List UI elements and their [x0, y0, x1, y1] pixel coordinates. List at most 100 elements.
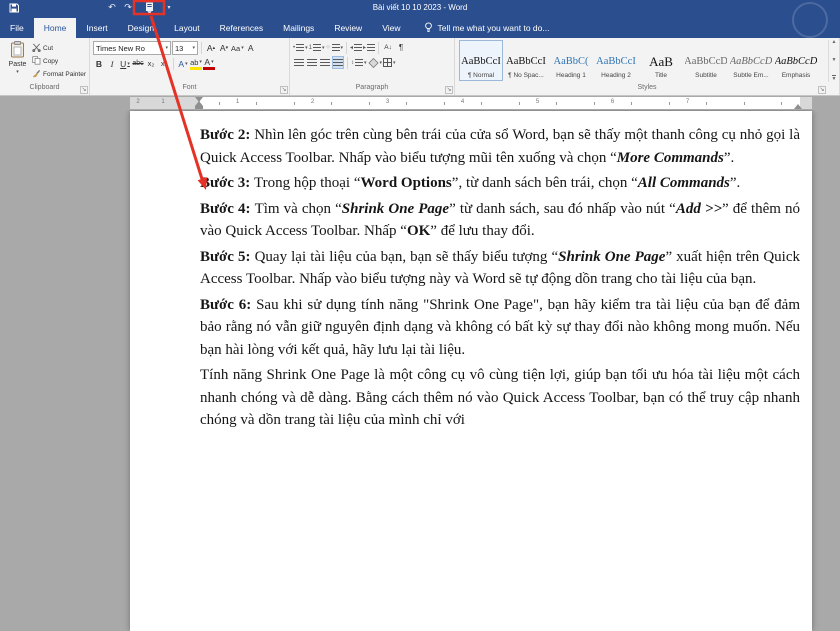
copy-button[interactable]: Copy	[32, 55, 86, 67]
ribbon-tab-design[interactable]: Design	[118, 18, 164, 38]
undo-icon[interactable]: ↶	[104, 0, 120, 15]
ribbon-tab-insert[interactable]: Insert	[76, 18, 117, 38]
shrink-one-page-icon[interactable]	[136, 0, 162, 15]
paste-dropdown-icon[interactable]: ▾	[16, 69, 19, 75]
shrink-font-button[interactable]: A ▾	[218, 42, 230, 55]
style-preview: AaBbCcI	[596, 56, 636, 67]
style-card--normal[interactable]: AaBbCcI ¶ Normal	[459, 40, 503, 81]
ribbon-tab-references[interactable]: References	[210, 18, 273, 38]
style-preview: AaB	[649, 54, 673, 69]
style-preview: AaBbCcD	[684, 56, 728, 67]
text-run: ” để lưu thay đổi.	[430, 223, 535, 239]
horizontal-ruler[interactable]: 2 1 1 2 3 4 5 6 7	[0, 96, 840, 110]
show-hide-pilcrow-button[interactable]: ¶	[395, 41, 407, 54]
align-right-button[interactable]	[319, 56, 331, 69]
style-card-heading-2[interactable]: AaBbCcI Heading 2	[594, 40, 638, 81]
style-card-subtitle[interactable]: AaBbCcD Subtitle	[684, 40, 728, 81]
numbering-button[interactable]: 1 ▾	[309, 41, 324, 54]
text-run: ”.	[723, 149, 735, 166]
document-content: Bước 2: Nhìn lên góc trên cùng bên trái …	[130, 111, 812, 432]
gallery-more-icon[interactable]: ▼	[831, 75, 837, 82]
ruler-number: 5	[535, 99, 540, 105]
right-indent-marker[interactable]	[794, 104, 802, 109]
shading-button[interactable]: ▾	[367, 56, 382, 69]
underline-button[interactable]: U ▾	[119, 57, 131, 70]
font-color-button[interactable]: A ▾	[203, 57, 215, 70]
style-card-title[interactable]: AaB Title	[639, 40, 683, 81]
change-case-button[interactable]: Aa ▾	[231, 42, 244, 55]
font-group: Times New Ro ▾ 13 ▾ A ▴ A ▾ Aa ▾ A B I U…	[90, 38, 290, 95]
ribbon-tab-home[interactable]: Home	[33, 18, 77, 38]
paragraph-dialog-launcher[interactable]: ↘	[445, 86, 453, 94]
scissors-icon	[32, 43, 41, 54]
clipboard-dialog-launcher[interactable]: ↘	[80, 86, 88, 94]
justify-button[interactable]	[332, 56, 344, 69]
chevron-down-icon: ▾	[165, 45, 168, 51]
styles-dialog-launcher[interactable]: ↘	[818, 86, 826, 94]
grow-font-button[interactable]: A ▴	[205, 42, 217, 55]
style-card-subtle-em-[interactable]: AaBbCcD Subtle Em...	[729, 40, 773, 81]
increase-indent-button[interactable]: ▸	[363, 41, 376, 54]
save-icon[interactable]	[6, 0, 22, 15]
ruler-tick	[293, 102, 295, 105]
paste-clipboard-icon	[10, 41, 25, 60]
styles-group-label: Styles	[637, 84, 657, 91]
ribbon-tab-mailings[interactable]: Mailings	[273, 18, 324, 38]
left-indent-marker[interactable]	[195, 106, 203, 109]
styles-group: AaBbCcI ¶ Normal AaBbCcI ¶ No Spac... AaBbC(…	[455, 38, 840, 95]
ruler-strip: 2 1 1 2 3 4 5 6 7	[130, 97, 812, 109]
borders-button[interactable]: ▾	[383, 56, 396, 69]
align-center-button[interactable]	[306, 56, 318, 69]
clear-formatting-button[interactable]: A	[245, 42, 257, 55]
font-dialog-launcher[interactable]: ↘	[280, 86, 288, 94]
document-page[interactable]: Bước 2: Nhìn lên góc trên cùng bên trái …	[130, 111, 812, 631]
ribbon-tab-view[interactable]: View	[372, 18, 410, 38]
styles-gallery-scrollbar[interactable]: ▲ ▼ ▼	[828, 40, 839, 82]
paragraph-group: • ▾ 1 ▾ ⁘ ▾ ◂ ▸ A↓ ¶ ↕ ▾ ▾ ▾ Paragraph ↘	[290, 38, 455, 95]
italic-button[interactable]: I	[106, 57, 118, 70]
font-family-combo[interactable]: Times New Ro ▾	[93, 41, 171, 55]
superscript-button[interactable]: x²	[158, 57, 170, 70]
ribbon-tab-review[interactable]: Review	[324, 18, 372, 38]
redo-icon[interactable]: ↷	[120, 0, 136, 15]
text-run: Bước 6:	[200, 296, 257, 313]
text-run: OK	[406, 223, 431, 239]
cut-button[interactable]: Cut	[32, 42, 86, 54]
ruler-text-area	[200, 97, 800, 109]
style-name: Subtle Em...	[733, 72, 769, 79]
sort-button[interactable]: A↓	[382, 41, 394, 54]
highlight-color-button[interactable]: ab ▾	[190, 57, 202, 70]
ribbon-tab-layout[interactable]: Layout	[164, 18, 210, 38]
format-painter-button[interactable]: Format Painter	[32, 68, 86, 80]
bold-button[interactable]: B	[93, 57, 105, 70]
cut-label: Cut	[43, 44, 54, 52]
customize-qat-chevron-icon[interactable]: ▾	[162, 4, 176, 11]
strikethrough-button[interactable]: abc	[132, 57, 144, 70]
tell-me-box[interactable]: Tell me what you want to do...	[424, 18, 549, 38]
ruler-number: 6	[610, 99, 615, 105]
ribbon-tab-file[interactable]: File	[0, 18, 34, 38]
subscript-button[interactable]: x₂	[145, 57, 157, 70]
ruler-tick	[331, 102, 333, 105]
gallery-scroll-down-icon[interactable]: ▼	[832, 57, 837, 63]
ruler-tick	[218, 102, 220, 105]
font-size-combo[interactable]: 13 ▾	[172, 41, 198, 55]
style-card--no-spac-[interactable]: AaBbCcI ¶ No Spac...	[504, 40, 548, 81]
text-run: Trong hộp thoại “	[253, 175, 361, 191]
style-card-emphasis[interactable]: AaBbCcD Emphasis	[774, 40, 818, 81]
ruler-tick	[256, 102, 258, 105]
style-preview: AaBbCcI	[461, 56, 501, 67]
paste-button[interactable]: Paste ▾	[3, 41, 32, 83]
align-left-button[interactable]	[293, 56, 305, 69]
multilevel-list-button[interactable]: ⁘ ▾	[325, 41, 343, 54]
doc-paragraph: Bước 3: Trong hộp thoại “Word Options”, …	[200, 172, 800, 195]
bullets-button[interactable]: • ▾	[293, 41, 308, 54]
style-name: Title	[654, 72, 668, 79]
ruler-number: 1	[161, 99, 165, 105]
line-spacing-button[interactable]: ↕ ▾	[351, 56, 367, 69]
text-effects-button[interactable]: A ▾	[177, 57, 189, 70]
gallery-scroll-up-icon[interactable]: ▲	[832, 40, 837, 45]
style-name: ¶ Normal	[467, 72, 495, 79]
style-card-heading-1[interactable]: AaBbC(Heading 1	[549, 40, 593, 81]
decrease-indent-button[interactable]: ◂	[350, 41, 363, 54]
